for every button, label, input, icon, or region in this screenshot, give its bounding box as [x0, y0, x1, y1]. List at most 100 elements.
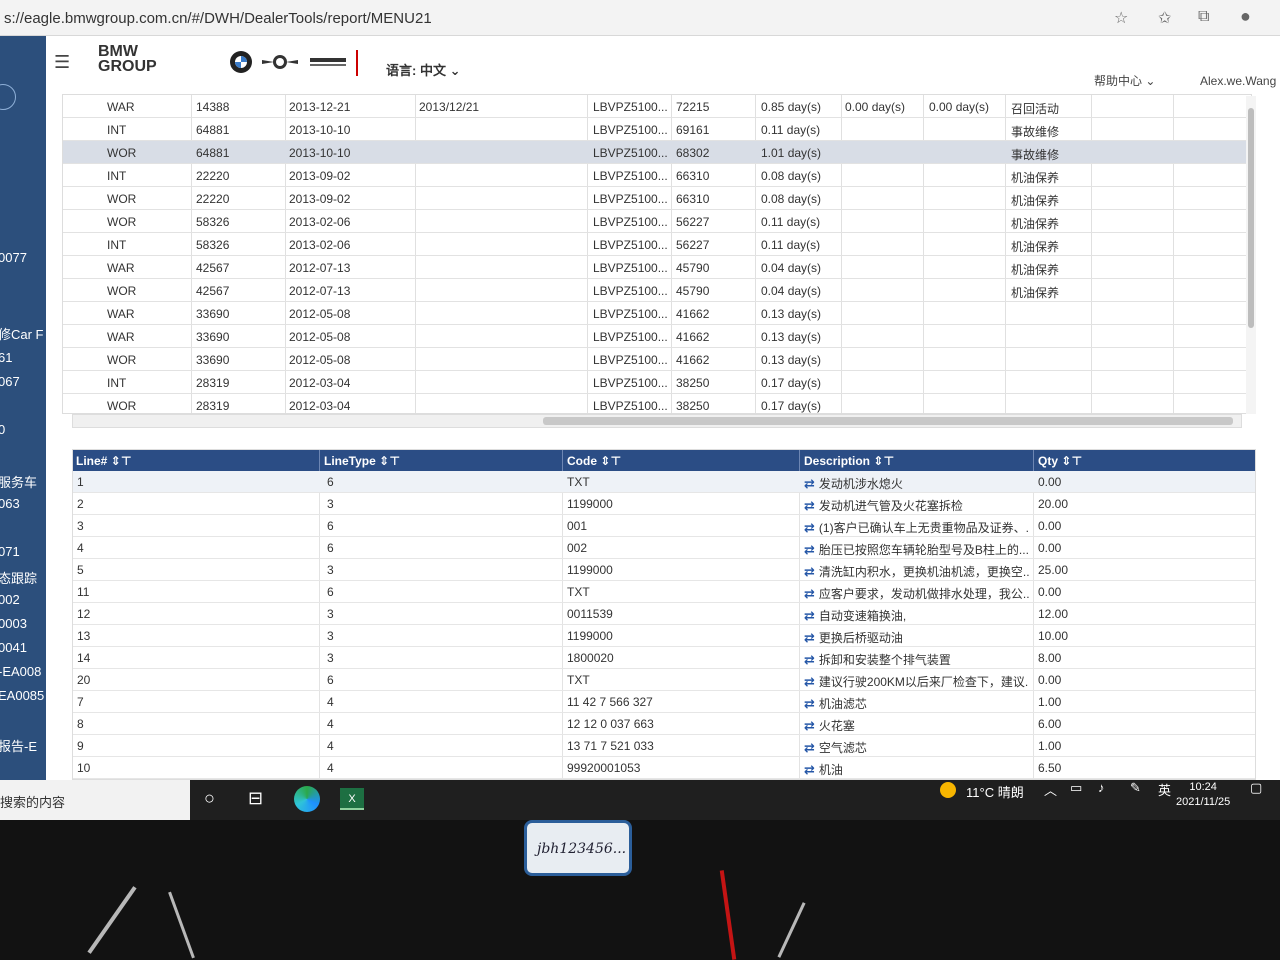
sidebar-item[interactable]: 服务车 [0, 472, 37, 491]
table-row[interactable]: INT 22220 2013-09-02 LBVPZ5100... 66310 0.08 … [63, 164, 1251, 187]
user-name[interactable]: Alex.we.Wang [1200, 74, 1276, 88]
table-row[interactable]: 14 3 1800020 ⇄ 拆卸和安装整个排气装置 8.00 [73, 647, 1255, 669]
table-row[interactable]: 7 4 11 42 7 566 327 ⇄ 机油滤芯 1.00 [73, 691, 1255, 713]
sidebar-item[interactable]: 61 [0, 350, 12, 365]
swap-arrows-icon[interactable]: ⇄ [804, 762, 815, 777]
favorites-icon[interactable]: ✩ [1158, 8, 1171, 28]
vertical-scrollbar[interactable] [1246, 96, 1256, 414]
tray-chevron-up-icon[interactable]: ︿ [1044, 780, 1057, 799]
table-row[interactable]: 10 4 99920001053 ⇄ 机油 6.50 [73, 757, 1255, 779]
table-row[interactable]: WOR 22220 2013-09-02 LBVPZ5100... 66310 0.08 … [63, 187, 1251, 210]
table-row[interactable]: WAR 42567 2012-07-13 LBVPZ5100... 45790 0.04 … [63, 256, 1251, 279]
sidebar-item[interactable]: 0003 [0, 616, 27, 631]
table-row[interactable]: WAR 33690 2012-05-08 LBVPZ5100... 41662 0.13 … [63, 325, 1251, 348]
language-selector[interactable]: 语言: 中文 ⌄ [386, 60, 460, 79]
help-center-link[interactable]: 帮助中心 ⌄ [1094, 72, 1155, 89]
swap-arrows-icon[interactable]: ⇄ [804, 740, 815, 755]
table-row[interactable]: 2 3 1199000 ⇄ 发动机进气管及火花塞拆检 20.00 [73, 493, 1255, 515]
table-row[interactable]: 13 3 1199000 ⇄ 更换后桥驱动油 10.00 [73, 625, 1255, 647]
sidebar-item[interactable]: EA0085 [0, 688, 44, 703]
table-cell: 机油保养 [1011, 171, 1060, 185]
swap-arrows-icon[interactable]: ⇄ [804, 696, 815, 711]
swap-arrows-icon[interactable]: ⇄ [804, 476, 815, 491]
sidebar-item[interactable]: 修Car F [0, 324, 44, 343]
sort-filter-icon[interactable]: ⇕⊤ [1061, 454, 1082, 468]
sidebar-item[interactable]: -EA008 [0, 664, 41, 679]
table-row[interactable]: WOR 42567 2012-07-13 LBVPZ5100... 45790 0.04 … [63, 279, 1251, 302]
cortana-circle-icon[interactable]: ○ [204, 788, 215, 809]
sidebar-item[interactable]: 071 [0, 544, 20, 559]
edge-browser-icon[interactable] [294, 786, 320, 812]
weather-text[interactable]: 11°C 晴朗 [966, 782, 1024, 801]
table-row[interactable]: WOR 58326 2013-02-06 LBVPZ5100... 56227 0.11 … [63, 210, 1251, 233]
column-header-description[interactable]: Description ⇕⊤ [804, 454, 894, 468]
scrollbar-thumb[interactable] [543, 417, 1233, 425]
profile-avatar-icon[interactable]: ● [1240, 6, 1251, 27]
sort-filter-icon[interactable]: ⇕⊤ [873, 454, 894, 468]
volume-icon[interactable]: ♪ [1098, 780, 1105, 795]
sidebar-toggle-icon[interactable] [0, 84, 16, 110]
sort-filter-icon[interactable]: ⇕⊤ [600, 454, 621, 468]
system-clock[interactable]: 10:24 2021/11/25 [1176, 780, 1230, 810]
notification-icon[interactable]: ▢ [1250, 780, 1262, 796]
browser-address-bar[interactable]: s://eagle.bmwgroup.com.cn/#/DWH/DealerTo… [0, 0, 1280, 36]
column-header-linetype[interactable]: LineType ⇕⊤ [324, 454, 400, 468]
sort-filter-icon[interactable]: ⇕⊤ [111, 454, 132, 468]
table-cell: 2013-02-06 [289, 215, 351, 229]
table-row[interactable]: 3 6 001 ⇄ (1)客户已确认车上无贵重物品及证券、... 0.00 [73, 515, 1255, 537]
sidebar-item[interactable]: 0041 [0, 640, 27, 655]
table-row[interactable]: 9 4 13 71 7 521 033 ⇄ 空气滤芯 1.00 [73, 735, 1255, 757]
table-row[interactable]: 5 3 1199000 ⇄ 清洗缸内积水，更换机油机滤，更换空... 25.00 [73, 559, 1255, 581]
table-row[interactable]: WOR 28319 2012-03-04 LBVPZ5100... 38250 0.17 … [63, 394, 1251, 413]
table-row[interactable]: 8 4 12 12 0 037 663 ⇄ 火花塞 6.00 [73, 713, 1255, 735]
table-row[interactable]: WOR 64881 2013-10-10 LBVPZ5100... 68302 1.01 … [63, 141, 1251, 164]
sort-filter-icon[interactable]: ⇕⊤ [379, 454, 400, 468]
monitor-screen: s://eagle.bmwgroup.com.cn/#/DWH/DealerTo… [0, 0, 1280, 820]
table-row[interactable]: 1 6 TXT ⇄ 发动机涉水熄火 0.00 [73, 471, 1255, 493]
swap-arrows-icon[interactable]: ⇄ [804, 718, 815, 733]
taskbar-search-box[interactable]: 搜索的内容 [0, 780, 190, 820]
url-text[interactable]: s://eagle.bmwgroup.com.cn/#/DWH/DealerTo… [4, 10, 432, 27]
sidebar-item[interactable]: 067 [0, 374, 20, 389]
sidebar-item[interactable]: 态跟踪 [0, 568, 37, 587]
swap-arrows-icon[interactable]: ⇄ [804, 674, 815, 689]
table-cell: LBVPZ5100... [593, 238, 668, 252]
table-row[interactable]: WAR 14388 2013-12-21 2013/12/21 LBVPZ5100...… [63, 95, 1251, 118]
pen-icon[interactable]: ✎ [1130, 780, 1141, 796]
sidebar-item[interactable]: 002 [0, 592, 20, 607]
collections-icon[interactable]: ⧉ [1198, 8, 1209, 26]
sidebar-item[interactable]: 0077 [0, 250, 27, 265]
favorite-add-icon[interactable]: ☆ [1114, 8, 1128, 28]
sidebar-item[interactable]: 063 [0, 496, 20, 511]
sidebar-item[interactable]: 报告-E [0, 736, 37, 755]
column-header-code[interactable]: Code ⇕⊤ [567, 454, 621, 468]
table-row[interactable]: INT 58326 2013-02-06 LBVPZ5100... 56227 0.11 … [63, 233, 1251, 256]
table-row[interactable]: 11 6 TXT ⇄ 应客户要求，发动机做排水处理，我公... 0.00 [73, 581, 1255, 603]
network-icon[interactable]: ▭ [1070, 780, 1082, 796]
task-view-icon[interactable]: ⊟ [248, 788, 263, 809]
swap-arrows-icon[interactable]: ⇄ [804, 542, 815, 557]
table-row[interactable]: 12 3 0011539 ⇄ 自动变速箱换油, 12.00 [73, 603, 1255, 625]
swap-arrows-icon[interactable]: ⇄ [804, 520, 815, 535]
swap-arrows-icon[interactable]: ⇄ [804, 586, 815, 601]
column-header-qty[interactable]: Qty ⇕⊤ [1038, 454, 1082, 468]
scrollbar-thumb[interactable] [1248, 108, 1254, 328]
table-row[interactable]: INT 28319 2012-03-04 LBVPZ5100... 38250 0.17 … [63, 371, 1251, 394]
sidebar-item[interactable]: 0 [0, 422, 5, 437]
swap-arrows-icon[interactable]: ⇄ [804, 652, 815, 667]
ime-indicator[interactable]: 英 [1158, 780, 1171, 799]
table-row[interactable]: WAR 33690 2012-05-08 LBVPZ5100... 41662 0.13 … [63, 302, 1251, 325]
table-row[interactable]: 20 6 TXT ⇄ 建议行驶200KM以后来厂检查下，建议... 0.00 [73, 669, 1255, 691]
table-row[interactable]: INT 64881 2013-10-10 LBVPZ5100... 69161 0.11 … [63, 118, 1251, 141]
table-cell: WAR [107, 261, 135, 275]
horizontal-scrollbar[interactable] [72, 414, 1242, 428]
hamburger-icon[interactable]: ☰ [54, 52, 70, 73]
table-row[interactable]: 4 6 002 ⇄ 胎压已按照您车辆轮胎型号及B柱上的... 0.00 [73, 537, 1255, 559]
swap-arrows-icon[interactable]: ⇄ [804, 498, 815, 513]
table-row[interactable]: WOR 33690 2012-05-08 LBVPZ5100... 41662 0.13 … [63, 348, 1251, 371]
swap-arrows-icon[interactable]: ⇄ [804, 630, 815, 645]
swap-arrows-icon[interactable]: ⇄ [804, 608, 815, 623]
swap-arrows-icon[interactable]: ⇄ [804, 564, 815, 579]
excel-icon[interactable]: X [340, 788, 364, 810]
column-header-line[interactable]: Line# ⇕⊤ [76, 454, 132, 468]
